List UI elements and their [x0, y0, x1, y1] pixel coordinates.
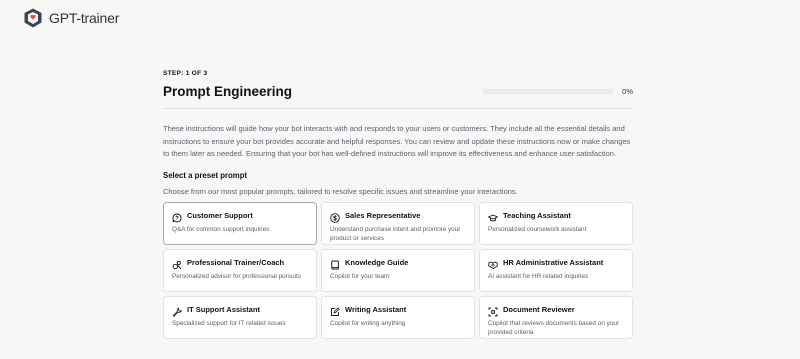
page-title: Prompt Engineering	[163, 83, 293, 99]
preset-card-professional-trainer-coach[interactable]: Professional Trainer/Coach Personalized …	[163, 249, 317, 293]
card-title: HR Administrative Assistant	[503, 257, 604, 267]
dollar-icon	[330, 210, 340, 223]
step-indicator: STEP: 1 OF 3	[163, 70, 208, 77]
scan-icon	[488, 304, 498, 317]
card-description: Q&A for common support inquiries	[172, 226, 270, 234]
preset-section-title: Select a preset prompt	[163, 171, 248, 181]
card-title: Professional Trainer/Coach	[187, 257, 285, 267]
graduation-cap-icon	[488, 210, 498, 222]
card-description: Specialized support for IT related issue…	[172, 320, 286, 328]
pencil-square-icon	[330, 304, 340, 317]
preset-card-knowledge-guide[interactable]: Knowledge Guide Copilot for your team	[321, 249, 475, 293]
brand-name: GPT-trainer	[49, 10, 120, 26]
card-title: Writing Assistant	[345, 304, 407, 314]
divider	[163, 108, 633, 109]
coach-icon	[172, 257, 182, 270]
card-title: Sales Representative	[345, 210, 421, 220]
card-description: AI assistant for HR related inquiries	[488, 273, 589, 281]
preset-section-subtitle: Choose from our most popular prompts, ta…	[163, 187, 518, 197]
card-description: Copilot for writing anything	[330, 320, 406, 328]
card-title: IT Support Assistant	[187, 304, 261, 314]
prompt-engineering-panel: STEP: 1 OF 3 Prompt Engineering 0% These…	[163, 70, 633, 340]
preset-grid: Customer Support Q&A for common support …	[163, 202, 633, 340]
preset-card-it-support-assistant[interactable]: IT Support Assistant Specialized support…	[163, 296, 317, 340]
card-description: Copilot for your team	[330, 273, 390, 281]
card-description: Copilot that reviews documents based on …	[488, 320, 620, 337]
preset-card-hr-administrative-assistant[interactable]: HR Administrative Assistant AI assistant…	[479, 249, 633, 293]
card-title: Document Reviewer	[503, 304, 575, 314]
preset-card-sales-representative[interactable]: Sales Representative Understand purchase…	[321, 202, 475, 246]
card-title: Knowledge Guide	[345, 257, 409, 267]
chat-question-icon	[172, 210, 182, 223]
card-description: Personalized advisor for professional pu…	[172, 273, 301, 281]
app-header: GPT-trainer	[0, 0, 800, 36]
card-description: Understand purchase intent and promote y…	[330, 226, 461, 243]
preset-card-document-reviewer[interactable]: Document Reviewer Copilot that reviews d…	[479, 296, 633, 340]
preset-card-customer-support[interactable]: Customer Support Q&A for common support …	[163, 202, 317, 246]
handshake-icon	[488, 257, 498, 270]
progress-percent: 0%	[622, 86, 633, 96]
preset-card-teaching-assistant[interactable]: Teaching Assistant Personalized coursewo…	[479, 202, 633, 246]
card-title: Teaching Assistant	[503, 210, 571, 220]
preset-card-writing-assistant[interactable]: Writing Assistant Copilot for writing an…	[321, 296, 475, 340]
card-description: Personalized coursework assistant	[488, 226, 587, 234]
card-title: Customer Support	[187, 210, 253, 220]
intro-text: These instructions will guide how your b…	[163, 124, 631, 159]
book-icon	[330, 257, 340, 270]
wrench-icon	[172, 304, 182, 317]
progress-bar	[482, 88, 615, 94]
progress: 0%	[482, 87, 633, 96]
gpt-trainer-logo-icon[interactable]	[22, 7, 44, 29]
